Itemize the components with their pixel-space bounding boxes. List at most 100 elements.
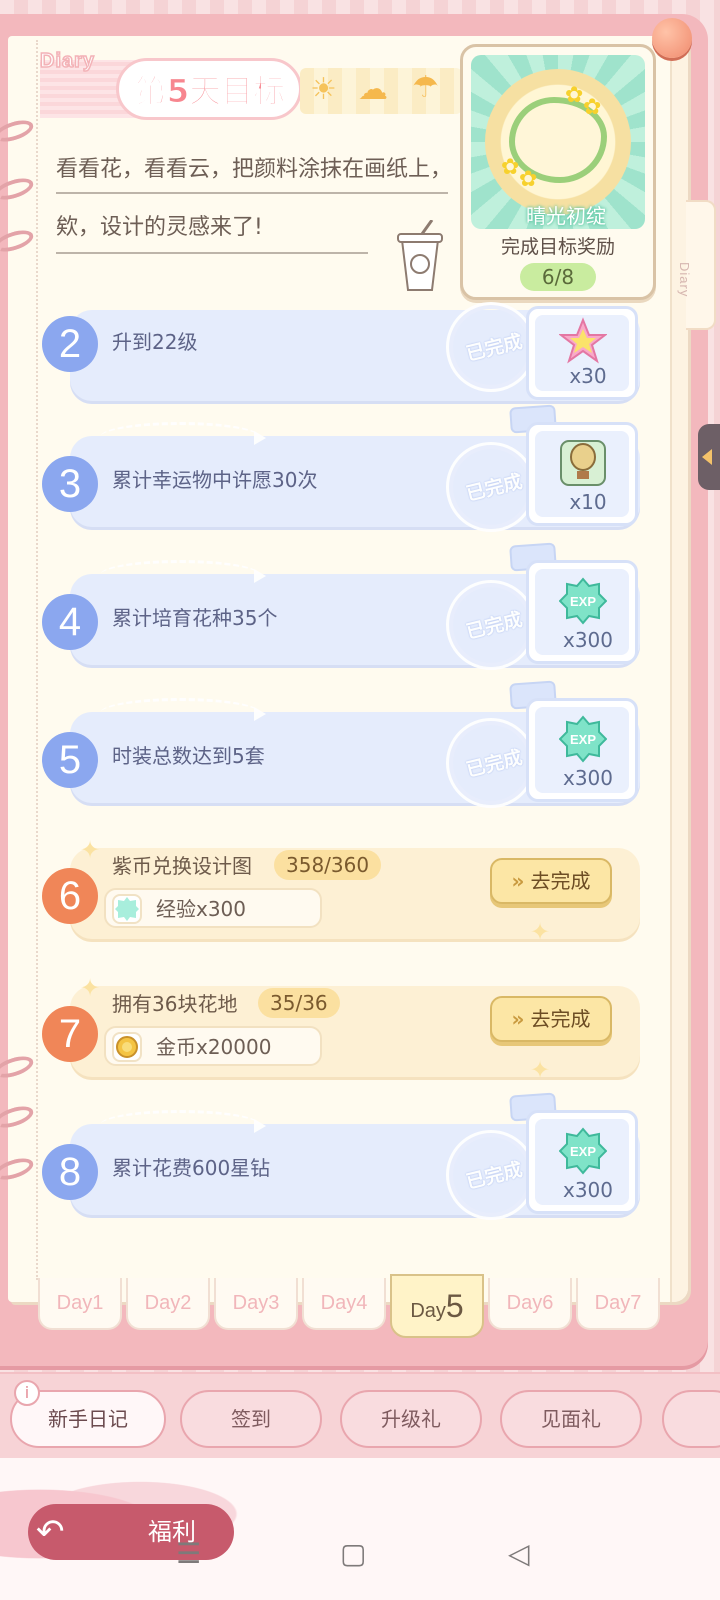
tab-day5-prefix: Day xyxy=(410,1300,446,1322)
intro-text-line-1: 看看花，看看云，把颜料涂抹在画纸上， xyxy=(56,157,453,182)
svg-text:EXP: EXP xyxy=(570,1144,596,1159)
back-triangle-icon[interactable]: ◁ xyxy=(508,1538,530,1570)
completed-stamp: 已完成 xyxy=(446,580,536,670)
task-reward-quantity: x10 xyxy=(569,490,607,514)
task-reward-box-inner: x10 xyxy=(535,431,629,517)
dashed-arrow-icon xyxy=(100,1110,266,1140)
hot-air-balloon-icon xyxy=(560,440,606,486)
flower-icon: ✿ xyxy=(565,83,584,108)
gold-coin-icon xyxy=(112,1032,142,1062)
completed-stamp: 已完成 xyxy=(446,1130,536,1220)
task-reward-box-inner: EXP x300 xyxy=(535,569,629,655)
tab-meeting-gift[interactable]: 见面礼 xyxy=(500,1390,642,1448)
task-number: 5 xyxy=(42,732,98,788)
next-page-arrow-icon[interactable] xyxy=(698,424,720,490)
task-label: 累计幸运物中许愿30次 xyxy=(112,468,318,492)
exp-badge-icon: EXP xyxy=(559,715,607,763)
tab-more[interactable] xyxy=(662,1390,720,1448)
sparkle-icon: ✦ xyxy=(80,974,101,1002)
completed-stamp: 已完成 xyxy=(446,718,536,808)
task-reward-text: 经验x300 xyxy=(156,897,247,921)
go-complete-button[interactable]: » 去完成 xyxy=(490,858,612,904)
task-reward-quantity: x300 xyxy=(562,628,613,652)
task-number: 7 xyxy=(42,1006,98,1062)
task-row: ✦ ✦ 6 紫币兑换设计图 358/360 经验x300 » 去完成 xyxy=(40,834,640,946)
task-reward-box[interactable]: x30 xyxy=(526,306,638,400)
pin-icon xyxy=(652,18,692,58)
svg-text:EXP: EXP xyxy=(570,594,596,609)
double-chevron-icon: » xyxy=(511,1007,525,1031)
diary-side-tab-label: Diary xyxy=(677,262,692,298)
task-reward-box[interactable]: EXP x300 xyxy=(526,1110,638,1214)
task-number: 8 xyxy=(42,1144,98,1200)
exp-badge-icon: EXP xyxy=(559,577,607,625)
task-row: 4 累计培育花种35个 已完成 EXP x300 xyxy=(40,542,640,672)
tab-day5-number: 5 xyxy=(445,1288,464,1324)
task-number: 4 xyxy=(42,594,98,650)
task-reward-box-inner: EXP x300 xyxy=(535,707,629,793)
completed-stamp-text: 已完成 xyxy=(464,746,525,782)
tab-day7[interactable]: Day7 xyxy=(576,1278,660,1330)
rain-cloud-icon: ☂ xyxy=(412,70,439,105)
task-row: ✦ ✦ 7 拥有36块花地 35/36 金币x20000 » 去完成 xyxy=(40,972,640,1084)
completed-stamp: 已完成 xyxy=(446,302,536,392)
completed-stamp-text: 已完成 xyxy=(464,470,525,506)
task-progress-badge: 35/36 xyxy=(258,988,340,1018)
task-number: 3 xyxy=(42,456,98,512)
task-reward-box[interactable]: x10 xyxy=(526,422,638,526)
completed-stamp-text: 已完成 xyxy=(464,608,525,644)
task-row: 5 时装总数达到5套 已完成 EXP x300 xyxy=(40,680,640,810)
task-progress-badge: 358/360 xyxy=(274,850,382,880)
task-reward-chip: 经验x300 xyxy=(104,888,322,928)
go-complete-label: 去完成 xyxy=(530,1007,591,1031)
go-complete-label: 去完成 xyxy=(530,869,591,893)
exp-badge-icon xyxy=(112,894,142,924)
home-square-icon[interactable]: ▢ xyxy=(340,1538,366,1570)
tab-day6[interactable]: Day6 xyxy=(488,1278,572,1330)
task-reward-box[interactable]: EXP x300 xyxy=(526,560,638,664)
tab-day5[interactable]: Day5 xyxy=(390,1274,484,1338)
task-label: 升到22级 xyxy=(112,330,198,354)
dashed-arrow-icon xyxy=(100,422,266,452)
task-reward-box[interactable]: EXP x300 xyxy=(526,698,638,802)
dashed-arrow-icon xyxy=(100,698,266,728)
go-complete-button[interactable]: » 去完成 xyxy=(490,996,612,1042)
task-number: 6 xyxy=(42,868,98,924)
sparkle-icon: ✦ xyxy=(530,918,551,946)
tab-day2[interactable]: Day2 xyxy=(126,1278,210,1330)
task-label: 累计培育花种35个 xyxy=(112,606,278,630)
cloud-icon: ☁ xyxy=(358,72,388,107)
double-chevron-icon: » xyxy=(511,869,525,893)
goal-reward-card[interactable]: ✿ ✿ ✿ ✿ 晴光初绽 完成目标奖励 6/8 xyxy=(460,44,656,300)
completed-stamp-text: 已完成 xyxy=(464,1158,525,1194)
task-label: 累计花费600星钻 xyxy=(112,1156,271,1180)
svg-text:EXP: EXP xyxy=(570,732,596,747)
task-label: 紫币兑换设计图 xyxy=(112,854,252,878)
info-icon[interactable]: i xyxy=(14,1380,40,1406)
reward-item-image: ✿ ✿ ✿ ✿ 晴光初绽 xyxy=(471,55,645,229)
task-label: 拥有36块花地 xyxy=(112,992,238,1016)
reward-label: 完成目标奖励 xyxy=(500,236,615,258)
completed-stamp: 已完成 xyxy=(446,442,536,532)
tab-day4[interactable]: Day4 xyxy=(302,1278,386,1330)
diary-label: Diary xyxy=(39,49,96,73)
diary-side-tab[interactable]: Diary xyxy=(677,200,716,330)
weather-strip: ☀ ☁ ☂ xyxy=(300,68,462,114)
drink-cup-icon xyxy=(397,220,443,291)
task-reward-box-inner: x30 xyxy=(535,315,629,391)
task-row: 2 升到22级 已完成 x30 xyxy=(40,296,640,408)
menu-icon[interactable]: ☰ xyxy=(176,1538,201,1570)
flower-icon: ✿ xyxy=(583,95,602,120)
star-icon xyxy=(559,317,607,364)
tab-sign-in[interactable]: 签到 xyxy=(180,1390,322,1448)
tab-day1[interactable]: Day1 xyxy=(38,1278,122,1330)
category-bar: 新手日记 签到 升级礼 见面礼 xyxy=(0,1372,720,1458)
intro-underline xyxy=(56,252,368,254)
completed-stamp-text: 已完成 xyxy=(464,330,525,366)
tab-level-up-gift[interactable]: 升级礼 xyxy=(340,1390,482,1448)
intro-text-line-2: 欸，设计的灵感来了! xyxy=(56,215,263,240)
task-row: 8 累计花费600星钻 已完成 EXP x300 xyxy=(40,1092,640,1222)
reward-item-name: 晴光初绽 xyxy=(526,204,606,228)
back-arrow-icon[interactable]: ↶ xyxy=(36,1512,76,1552)
tab-day3[interactable]: Day3 xyxy=(214,1278,298,1330)
